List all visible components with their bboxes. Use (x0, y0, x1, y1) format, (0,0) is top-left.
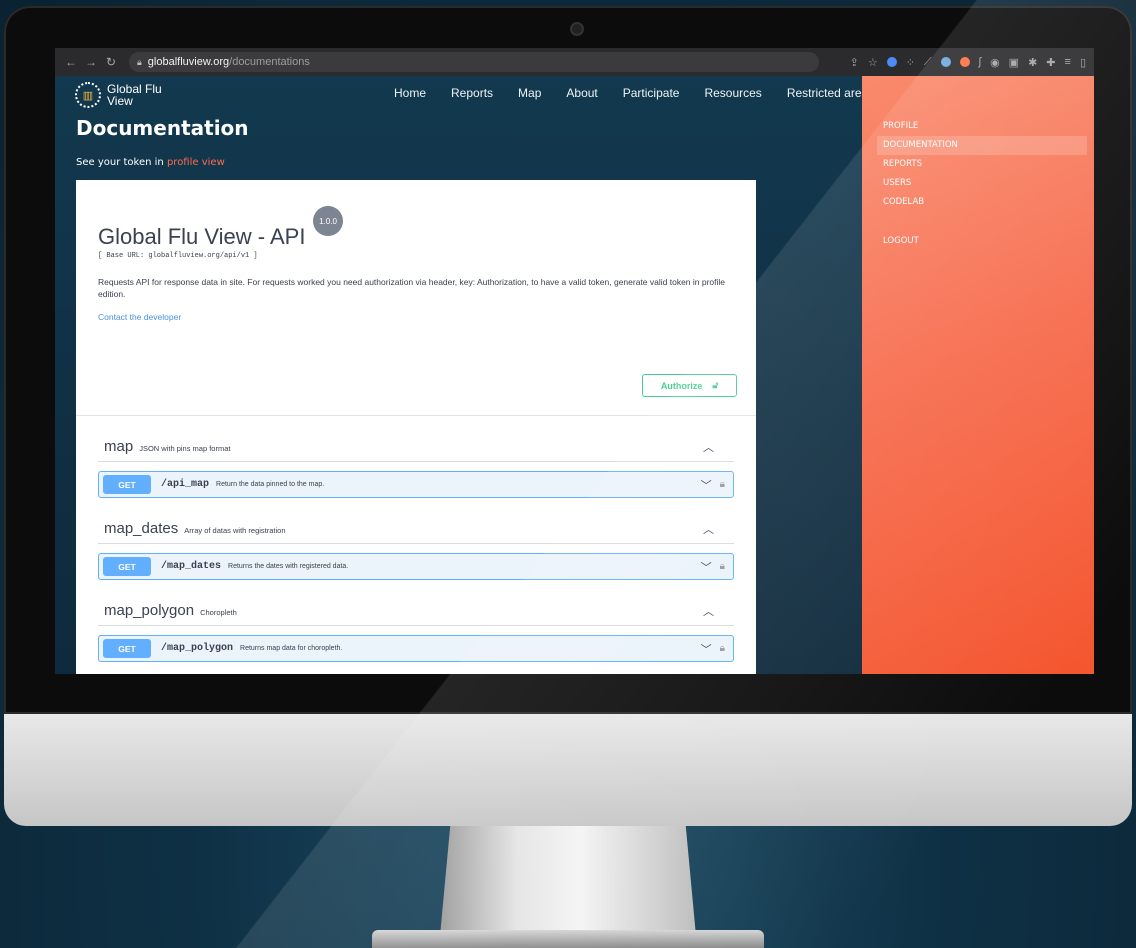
chevron-up-icon[interactable]: ︿ (703, 521, 714, 537)
main-nav: Home Reports Map About Participate Resou… (394, 86, 868, 100)
browser-toolbar: ← → ↻ 🔒︎ globalfluview.org/documentation… (55, 48, 1094, 76)
logo-line2: View (107, 94, 133, 108)
sidebar-item-documentation[interactable]: DOCUMENTATION (877, 136, 1087, 155)
extension-icon[interactable]: ⁘ (906, 56, 915, 69)
browser-icons: ⇪ ☆ ⁘ ⟋ ʃ ◉ ▣ ✱ ✚ ≡ ▯ (850, 56, 1086, 69)
nav-resources[interactable]: Resources (704, 86, 761, 100)
section-name: map (104, 438, 134, 455)
chevron-down-icon[interactable]: ﹀ (701, 559, 712, 575)
base-url: [ Base URL: globalfluview.org/api/v1 ] (98, 252, 258, 260)
chevron-down-icon[interactable]: ﹀ (701, 477, 712, 493)
sidebar-item-codelab[interactable]: CODELAB (877, 193, 1087, 212)
contact-developer-link[interactable]: Contact the developer (98, 312, 181, 322)
reload-icon[interactable]: ↻ (103, 55, 119, 69)
reading-list-icon[interactable]: ≡ (1065, 56, 1071, 68)
operation-path: /map_dates (161, 561, 222, 572)
extension-icon[interactable]: ⟋ (924, 56, 932, 69)
token-hint: See your token in profile view (76, 157, 225, 168)
version-badge: 1.0.0 (313, 206, 343, 236)
sidebar-item-reports[interactable]: REPORTS (877, 155, 1087, 174)
extension-icon[interactable]: ✱ (1028, 56, 1037, 69)
operation-path: /map_polygon (161, 643, 234, 654)
star-icon[interactable]: ☆ (868, 56, 878, 69)
chevron-down-icon[interactable]: ﹀ (701, 641, 712, 657)
section-name: map_dates (104, 520, 179, 537)
api-doc-card: Global Flu View - API 1.0.0 [ Base URL: … (76, 180, 756, 674)
operation-summary: Return the data pinned to the map. (216, 481, 325, 488)
section-description: Choropleth (200, 608, 237, 617)
forward-arrow-icon[interactable]: → (83, 55, 99, 69)
divider (76, 415, 756, 416)
section-name: map_polygon (104, 602, 195, 619)
padlock-icon: 🔓︎ (712, 380, 719, 390)
section-map[interactable]: map JSON with pins map format ︿ (98, 432, 734, 462)
page-title: Documentation (76, 116, 249, 140)
profile-view-link[interactable]: profile view (167, 157, 225, 168)
monitor-stand (440, 826, 696, 936)
padlock-icon[interactable]: 🔒︎ (720, 643, 725, 654)
nav-map[interactable]: Map (518, 86, 541, 100)
nav-home[interactable]: Home (394, 86, 426, 100)
padlock-icon[interactable]: 🔒︎ (720, 561, 725, 572)
extension-icon[interactable] (959, 57, 970, 67)
extension-icon[interactable]: ◉ (990, 56, 1000, 69)
share-icon[interactable]: ⇪ (850, 56, 859, 69)
extension-icon[interactable]: ▣ (1009, 56, 1019, 69)
sidebar-item-profile[interactable]: PROFILE (877, 117, 1087, 136)
nav-participate[interactable]: Participate (623, 86, 680, 100)
method-badge: GET (103, 639, 151, 658)
extension-icon[interactable]: ʃ (979, 56, 981, 68)
lock-icon: 🔒︎ (137, 56, 142, 67)
page: ▥ Global Flu View Home Reports Map About… (55, 76, 1094, 674)
monitor-chin (4, 714, 1132, 826)
operation-get-map-polygon[interactable]: GET /map_polygon Returns map data for ch… (98, 635, 734, 662)
chevron-up-icon[interactable]: ︿ (703, 603, 714, 619)
extension-icon[interactable] (886, 57, 897, 67)
monitor-stand-base (372, 930, 764, 948)
api-title: Global Flu View - API (98, 224, 306, 249)
method-badge: GET (103, 557, 151, 576)
address-bar[interactable]: 🔒︎ globalfluview.org/documentations (129, 52, 819, 72)
operation-path: /api_map (161, 479, 210, 490)
section-description: Array of datas with registration (184, 526, 286, 535)
restricted-sidebar: PROFILE DOCUMENTATION REPORTS USERS CODE… (862, 76, 1094, 674)
nav-restricted-area[interactable]: Restricted area (787, 86, 868, 100)
screen: ← → ↻ 🔒︎ globalfluview.org/documentation… (55, 48, 1094, 674)
authorize-label: Authorize (660, 380, 703, 391)
sidebar-menu: PROFILE DOCUMENTATION REPORTS USERS CODE… (877, 117, 1087, 212)
chevron-up-icon[interactable]: ︿ (703, 439, 714, 455)
method-badge: GET (103, 475, 151, 494)
operation-summary: Returns map data for choropleth. (240, 645, 343, 652)
globe-icon: ▥ (75, 82, 101, 108)
puzzle-icon[interactable]: ✚ (1046, 56, 1055, 69)
nav-reports[interactable]: Reports (451, 86, 493, 100)
section-map-dates[interactable]: map_dates Array of datas with registrati… (98, 514, 734, 544)
sidebar-item-users[interactable]: USERS (877, 174, 1087, 193)
section-description: JSON with pins map format (139, 444, 231, 453)
extension-icon[interactable] (940, 57, 951, 67)
token-prefix: See your token in (76, 157, 164, 168)
section-map-polygon[interactable]: map_polygon Choropleth ︿ (98, 596, 734, 626)
padlock-icon[interactable]: 🔒︎ (720, 479, 725, 490)
nav-about[interactable]: About (566, 86, 597, 100)
site-logo[interactable]: ▥ Global Flu View (75, 82, 162, 108)
sidebar-icon[interactable]: ▯ (1080, 56, 1086, 69)
authorize-button[interactable]: Authorize 🔓︎ (642, 374, 737, 397)
operation-summary: Returns the dates with registered data. (228, 563, 349, 570)
back-arrow-icon[interactable]: ← (63, 55, 79, 69)
logout-link[interactable]: LOGOUT (883, 236, 919, 246)
url-host: globalfluview.org (147, 56, 230, 68)
api-description: Requests API for response data in site. … (98, 277, 726, 299)
url-path: /documentations (229, 56, 310, 68)
camera-icon (570, 22, 584, 36)
operation-get-api-map[interactable]: GET /api_map Return the data pinned to t… (98, 471, 734, 498)
operation-get-map-dates[interactable]: GET /map_dates Returns the dates with re… (98, 553, 734, 580)
